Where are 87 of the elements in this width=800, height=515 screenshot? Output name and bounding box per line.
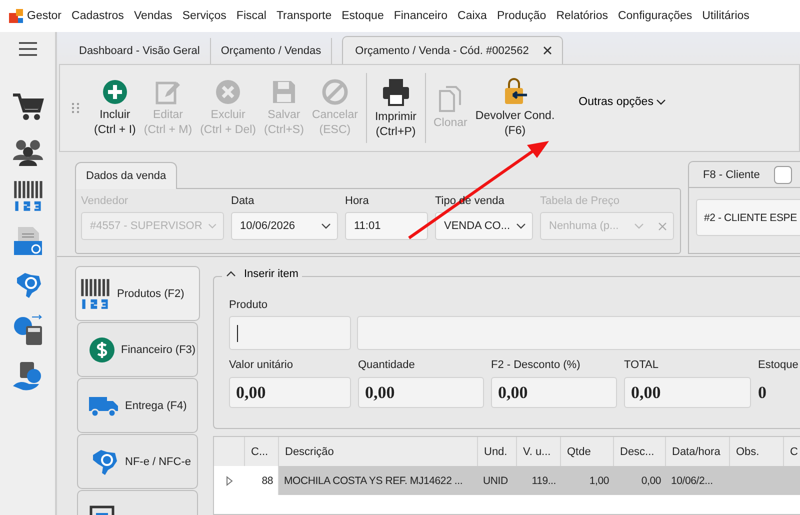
menu-item[interactable]: Transporte bbox=[276, 10, 332, 22]
edit-icon bbox=[154, 79, 181, 106]
column-header[interactable]: C... bbox=[245, 437, 279, 466]
table-cell: 0,00 bbox=[614, 466, 666, 495]
field-label: Hora bbox=[345, 195, 370, 207]
side-tab[interactable]: Financeiro (F3) bbox=[77, 322, 198, 377]
column-header[interactable]: Data/hora bbox=[666, 437, 730, 466]
client-field[interactable]: #2 - CLIENTE ESPE bbox=[696, 199, 800, 236]
cart-icon bbox=[12, 92, 44, 122]
app-name: Gestor bbox=[27, 10, 62, 22]
printer-icon bbox=[380, 77, 411, 108]
menu-item[interactable]: Vendas bbox=[134, 10, 172, 22]
toolbar-button[interactable]: Imprimir (Ctrl+P) bbox=[370, 68, 420, 148]
menu-item[interactable]: Produção bbox=[496, 10, 546, 22]
side-tab[interactable]: Produtos (F2) bbox=[75, 266, 200, 321]
client-label: F8 - Cliente bbox=[703, 168, 760, 180]
menu-item[interactable]: Configurações bbox=[618, 10, 692, 22]
more-options-button[interactable]: Outras opções bbox=[572, 95, 672, 109]
menu-item[interactable]: Utilitários bbox=[702, 10, 750, 22]
field-label: Produto bbox=[229, 299, 269, 311]
select-field[interactable]: VENDA CO... bbox=[435, 212, 533, 240]
column-header[interactable]: Obs. bbox=[730, 437, 784, 466]
menu-item[interactable]: Estoque bbox=[342, 10, 384, 22]
table-cell: 1,00 bbox=[561, 466, 614, 495]
group-tab[interactable]: Dados da venda bbox=[75, 162, 178, 189]
document-icon bbox=[12, 226, 44, 256]
column-header[interactable]: V. u... bbox=[517, 437, 561, 466]
column-header[interactable]: Und. bbox=[478, 437, 517, 466]
column-header[interactable]: Descrição bbox=[279, 437, 478, 466]
field-label: Quantidade bbox=[358, 359, 416, 371]
column-header[interactable]: C bbox=[784, 437, 800, 466]
select-field[interactable]: 11:01 bbox=[345, 212, 428, 240]
field-label: Valor unitário bbox=[229, 359, 294, 371]
chevron-down-icon bbox=[321, 223, 331, 229]
table-cell: 119... bbox=[517, 466, 561, 495]
copy-icon bbox=[437, 85, 464, 114]
barcode-icon bbox=[12, 180, 44, 212]
app-logo-icon bbox=[9, 9, 23, 23]
column-header[interactable]: Qtde bbox=[561, 437, 614, 466]
field-label: Data bbox=[231, 195, 256, 207]
insert-item-toggle[interactable]: Inserir item bbox=[222, 268, 302, 280]
row-indicator-icon bbox=[226, 476, 233, 486]
checkbox[interactable] bbox=[774, 166, 792, 184]
toolbar-button[interactable]: Incluir (Ctrl + I) bbox=[90, 68, 140, 148]
side-tab[interactable]: NF-e / NFC-e bbox=[77, 434, 198, 489]
value-field[interactable]: 0,00 bbox=[229, 377, 351, 408]
field-label: F2 - Desconto (%) bbox=[491, 359, 582, 371]
menu-icon[interactable] bbox=[18, 42, 36, 56]
menu-item[interactable]: Caixa bbox=[458, 10, 487, 22]
field-label: Estoque bbox=[758, 359, 800, 371]
column-header[interactable]: Desc... bbox=[614, 437, 666, 466]
menu-item[interactable]: Financeiro bbox=[394, 10, 448, 22]
product-name-field[interactable] bbox=[357, 316, 800, 350]
document-tab[interactable]: Orçamento / Venda - Cód. #002562 bbox=[342, 36, 563, 64]
stock-value: 0 bbox=[758, 382, 768, 404]
select-field[interactable]: 10/06/2026 bbox=[231, 212, 338, 240]
table-header-corner bbox=[214, 437, 245, 466]
menu-item[interactable]: Relatórios bbox=[556, 10, 608, 22]
chevron-down-icon bbox=[208, 223, 217, 229]
value-field[interactable]: 0,00 bbox=[624, 377, 751, 408]
product-code-field[interactable] bbox=[229, 316, 351, 350]
chevron-down-icon bbox=[634, 223, 644, 229]
field-label: TOTAL bbox=[624, 359, 660, 371]
chevron-down-icon bbox=[656, 99, 666, 105]
chevron-up-icon bbox=[226, 271, 236, 277]
menu-item[interactable]: Serviços bbox=[182, 10, 226, 22]
field-label: Tabela de Preço bbox=[540, 195, 620, 207]
x-circle-icon bbox=[215, 79, 242, 106]
table-cell: UNID bbox=[478, 466, 517, 495]
barcode-icon bbox=[79, 278, 111, 310]
plus-circle-icon bbox=[102, 79, 128, 106]
table-cell: 10/06/2... bbox=[666, 466, 730, 495]
menu-item[interactable]: Cadastros bbox=[72, 10, 124, 22]
value-field[interactable]: 0,00 bbox=[491, 377, 617, 408]
drag-handle-icon bbox=[72, 102, 80, 114]
chevron-down-icon bbox=[516, 223, 526, 229]
coin-calculator-icon bbox=[12, 314, 44, 346]
value-field[interactable]: 0,00 bbox=[358, 377, 484, 408]
close-icon[interactable] bbox=[542, 46, 552, 55]
field-label: Vendedor bbox=[81, 195, 130, 207]
table-cell: MOCHILA COSTA YS REF. MJ14622 ... bbox=[279, 466, 478, 495]
clear-icon bbox=[658, 222, 667, 230]
text-cursor bbox=[237, 324, 238, 342]
dollar-circle-icon bbox=[89, 336, 115, 362]
side-tab[interactable]: Entrega (F4) bbox=[77, 378, 198, 433]
prohibited-icon bbox=[322, 79, 348, 106]
menu-item[interactable]: Fiscal bbox=[236, 10, 266, 22]
